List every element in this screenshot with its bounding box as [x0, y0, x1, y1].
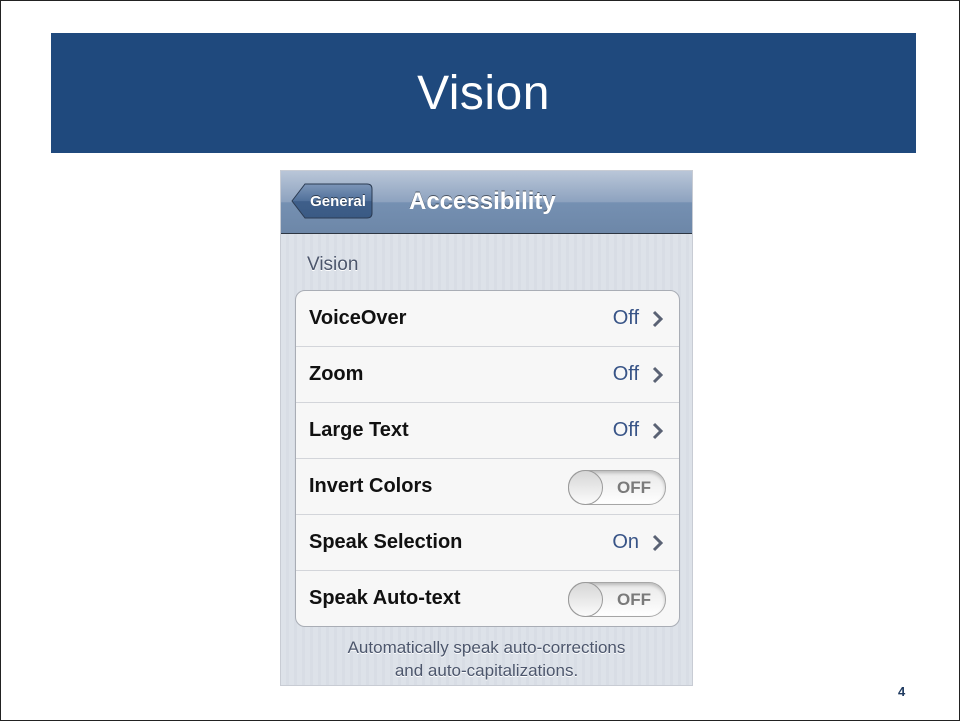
invert-colors-toggle[interactable]: OFF	[568, 470, 666, 505]
slide: Vision General Accessibility Vision Voic…	[0, 0, 960, 721]
row-value: Off	[612, 363, 639, 385]
row-label: Speak Selection	[309, 531, 463, 553]
row-label: Invert Colors	[309, 475, 433, 497]
row-label: Zoom	[309, 363, 364, 385]
settings-content: Vision VoiceOver Off Zoom Off Large Text…	[281, 234, 692, 685]
footnote-line-1: Automatically speak auto-corrections	[347, 638, 626, 657]
row-value: Off	[612, 419, 639, 441]
phone-screenshot: General Accessibility Vision VoiceOver O…	[280, 170, 693, 686]
toggle-knob	[568, 582, 603, 617]
row-label: Speak Auto-text	[309, 587, 461, 609]
chevron-right-icon	[652, 422, 664, 440]
toggle-state-text: OFF	[617, 477, 651, 497]
row-value: Off	[612, 307, 639, 329]
title-bar: Vision	[51, 33, 916, 153]
row-label: Large Text	[309, 419, 409, 441]
footnote: Automatically speak auto-corrections and…	[281, 636, 692, 682]
slide-title: Vision	[417, 66, 550, 120]
chevron-right-icon	[652, 366, 664, 384]
back-button-general[interactable]: General	[291, 183, 373, 219]
settings-row-large-text[interactable]: Large Text Off	[296, 403, 679, 459]
navbar-title: Accessibility	[409, 188, 556, 215]
back-button-label: General	[310, 192, 366, 210]
settings-row-zoom[interactable]: Zoom Off	[296, 347, 679, 403]
settings-row-speak-auto-text: Speak Auto-text OFF	[296, 571, 679, 626]
footnote-line-2: and auto-capitalizations.	[394, 661, 579, 680]
slide-number: 4	[898, 684, 906, 699]
toggle-knob	[568, 470, 603, 505]
chevron-right-icon	[652, 310, 664, 328]
navigation-bar: General Accessibility	[281, 171, 692, 234]
settings-group: VoiceOver Off Zoom Off Large Text Off In…	[295, 290, 680, 627]
settings-row-voiceover[interactable]: VoiceOver Off	[296, 291, 679, 347]
settings-row-speak-selection[interactable]: Speak Selection On	[296, 515, 679, 571]
section-header-vision: Vision	[307, 254, 359, 275]
row-label: VoiceOver	[309, 307, 407, 329]
toggle-state-text: OFF	[617, 589, 651, 609]
row-value: On	[612, 531, 639, 553]
settings-row-invert-colors: Invert Colors OFF	[296, 459, 679, 515]
chevron-right-icon	[652, 534, 664, 552]
speak-auto-text-toggle[interactable]: OFF	[568, 582, 666, 617]
